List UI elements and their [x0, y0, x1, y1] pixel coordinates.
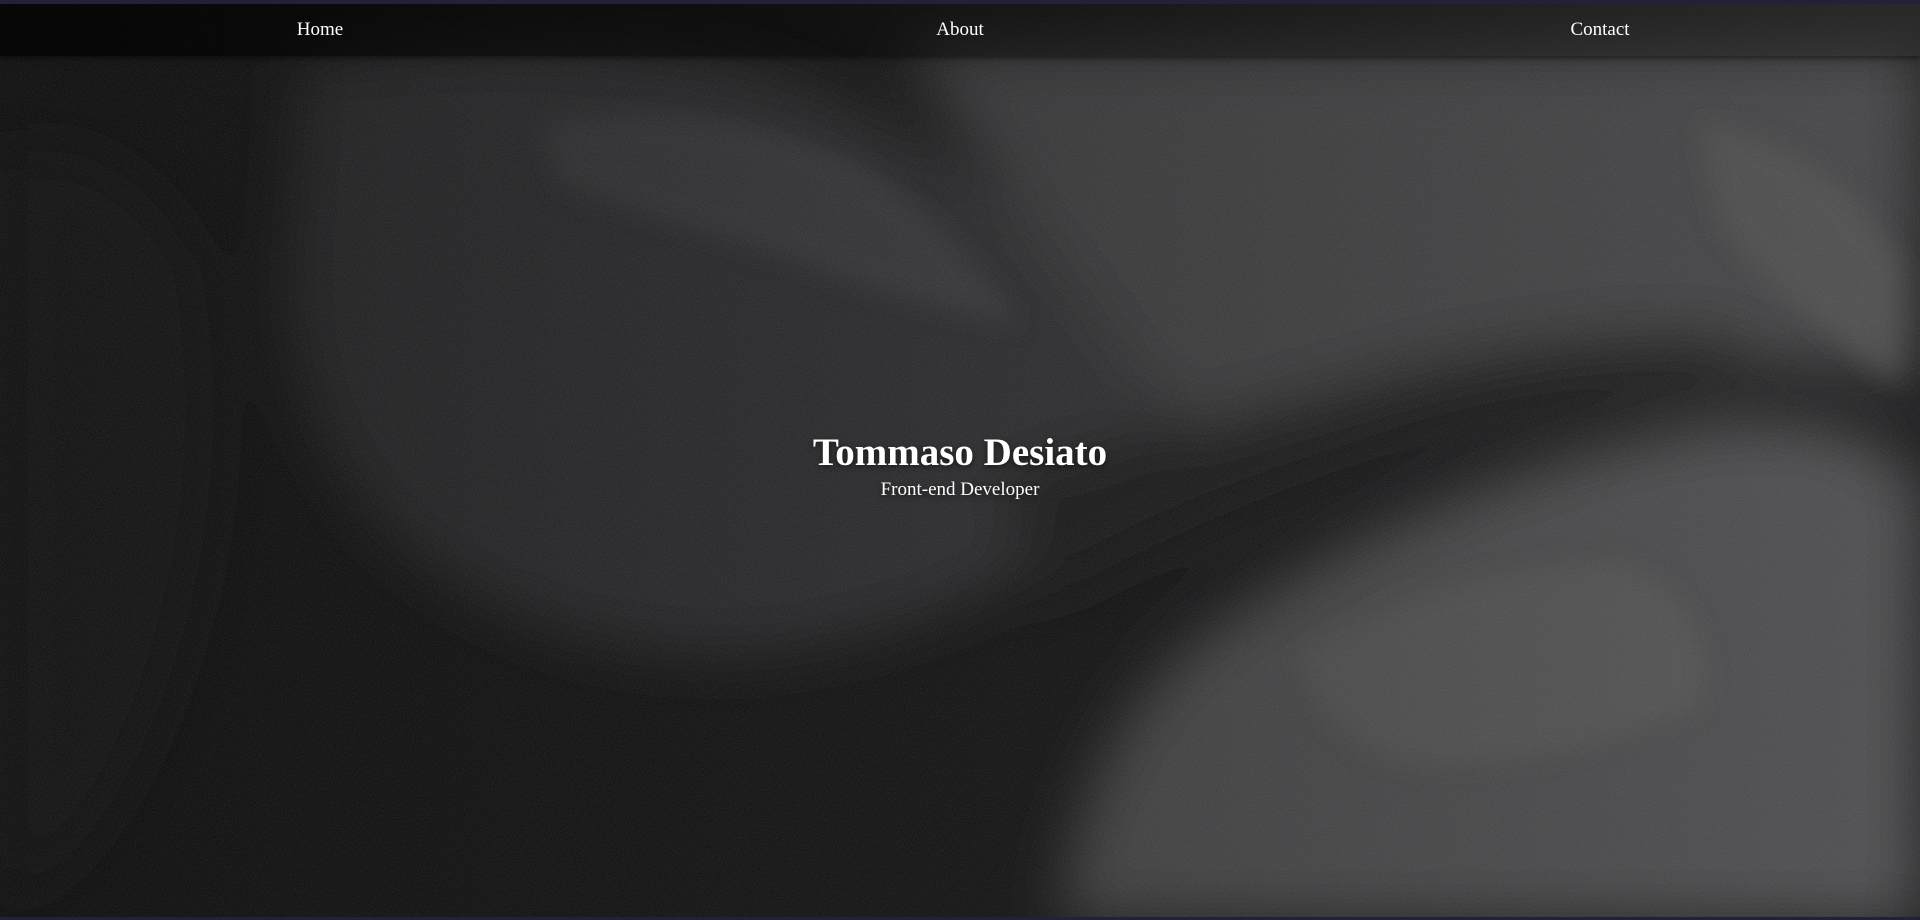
page: Home About Contact Tommaso Desiato Front… [0, 0, 1920, 920]
hero-text: Tommaso Desiato Front-end Developer [0, 429, 1920, 503]
hero-title: Tommaso Desiato [812, 431, 1108, 474]
hero-subtitle: Front-end Developer [880, 479, 1040, 500]
nav-about-link[interactable]: About [640, 4, 1280, 56]
nav-contact-link[interactable]: Contact [1280, 4, 1920, 56]
nav-home-link[interactable]: Home [0, 4, 640, 56]
top-navbar: Home About Contact [0, 4, 1920, 56]
